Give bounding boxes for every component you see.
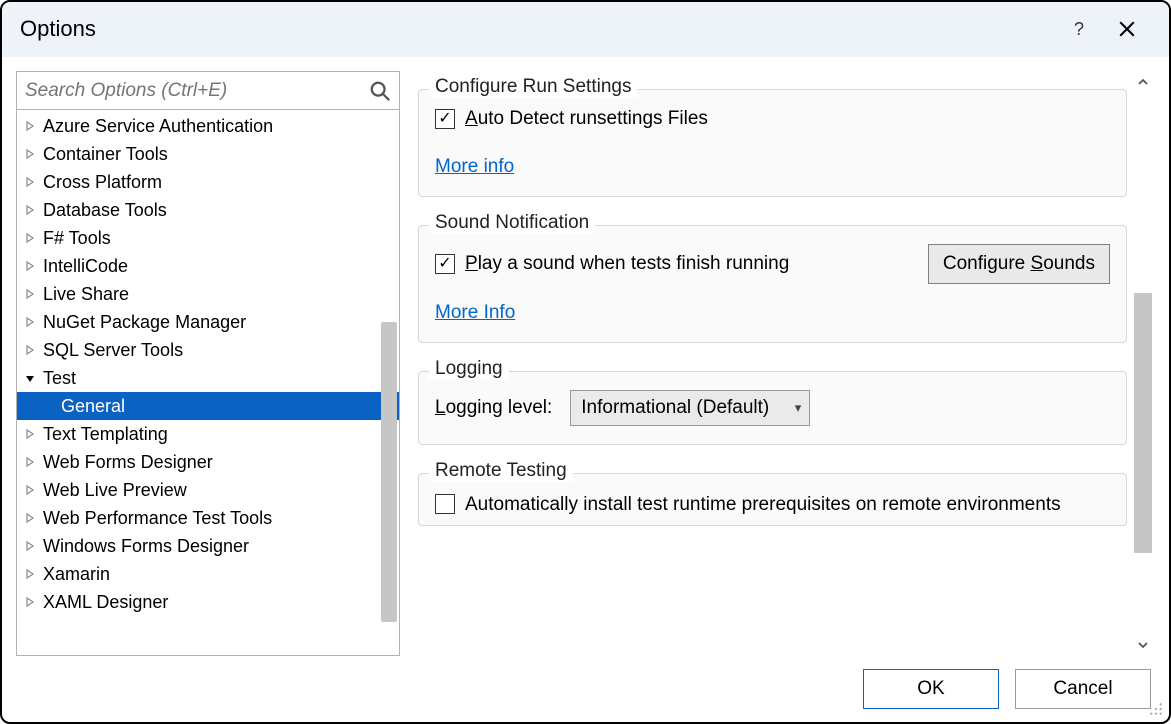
tree-caret-collapsed-icon [23,175,37,189]
tree-item-label: Database Tools [43,200,167,221]
tree-item-label: SQL Server Tools [43,340,183,361]
resize-grip-icon[interactable] [1149,702,1163,716]
remote-legend: Remote Testing [429,460,573,482]
close-icon [1118,20,1136,38]
tree-item-label: Text Templating [43,424,168,445]
tree-item-label: IntelliCode [43,256,128,277]
options-content-panel: Configure Run Settings Auto Detect runse… [418,71,1155,656]
tree-caret-collapsed-icon [23,539,37,553]
options-tree[interactable]: Azure Service Authentication Container To… [17,110,399,655]
scroll-down-button[interactable] [1132,634,1154,656]
options-dialog: Options ? Azure Service Authentication Co… [0,0,1171,724]
tree-caret-collapsed-icon [23,315,37,329]
tree-caret-collapsed-icon [23,203,37,217]
ok-button[interactable]: OK [863,669,999,709]
tree-item-label: F# Tools [43,228,111,249]
tree-item[interactable]: Container Tools [17,140,399,168]
window-title: Options [20,16,96,42]
tree-item-label: Test [43,368,76,389]
close-button[interactable] [1103,9,1151,49]
tree-caret-collapsed-icon [23,455,37,469]
run-settings-more-info-link[interactable]: More info [435,156,514,178]
help-button[interactable]: ? [1055,9,1103,49]
tree-item[interactable]: Database Tools [17,196,399,224]
tree-item-label: Web Performance Test Tools [43,508,272,529]
tree-caret-collapsed-icon [23,231,37,245]
logging-level-value: Informational (Default) [581,397,769,418]
configure-sounds-button[interactable]: Configure Sounds [928,244,1110,284]
tree-item-label: Xamarin [43,564,110,585]
sound-legend: Sound Notification [429,212,595,234]
tree-item[interactable]: Web Live Preview [17,476,399,504]
tree-item-label: Cross Platform [43,172,162,193]
auto-detect-label: Auto Detect runsettings Files [465,108,708,130]
auto-detect-checkbox[interactable] [435,109,455,129]
tree-item-label: Web Forms Designer [43,452,213,473]
tree-item[interactable]: IntelliCode [17,252,399,280]
tree-item[interactable]: Azure Service Authentication [17,112,399,140]
tree-caret-collapsed-icon [23,119,37,133]
section-sound: Sound Notification Play a sound when tes… [418,225,1127,343]
logging-legend: Logging [429,358,509,380]
scroll-up-button[interactable] [1132,71,1154,93]
tree-item-label: XAML Designer [43,592,168,613]
tree-item[interactable]: NuGet Package Manager [17,308,399,336]
play-sound-label: Play a sound when tests finish running [465,253,789,275]
run-settings-legend: Configure Run Settings [429,76,637,98]
tree-item-label: Live Share [43,284,129,305]
tree-caret-collapsed-icon [23,343,37,357]
tree-caret-collapsed-icon [23,259,37,273]
section-run-settings: Configure Run Settings Auto Detect runse… [418,89,1127,197]
search-input[interactable] [23,76,369,106]
search-icon [369,80,391,102]
logging-level-select[interactable]: Informational (Default) ▾ [570,390,810,426]
remote-auto-install-label: Automatically install test runtime prere… [465,492,1061,519]
cancel-button[interactable]: Cancel [1015,669,1151,709]
tree-item[interactable]: Web Forms Designer [17,448,399,476]
tree-item[interactable]: Test [17,364,399,392]
remote-auto-install-checkbox[interactable] [435,494,455,514]
tree-item[interactable]: Live Share [17,280,399,308]
options-tree-panel: Azure Service Authentication Container To… [16,71,400,656]
section-remote: Remote Testing Automatically install tes… [418,473,1127,526]
play-sound-row: Play a sound when tests finish running [435,253,928,275]
tree-caret-collapsed-icon [23,567,37,581]
scrollbar-thumb[interactable] [1134,293,1152,553]
chevron-up-icon [1137,76,1149,88]
tree-item[interactable]: Web Performance Test Tools [17,504,399,532]
search-row [17,72,399,110]
tree-item[interactable]: F# Tools [17,224,399,252]
tree-scrollbar[interactable] [381,322,397,622]
tree-item[interactable]: Text Templating [17,420,399,448]
tree-item[interactable]: Xamarin [17,560,399,588]
play-sound-checkbox[interactable] [435,254,455,274]
tree-item-child[interactable]: General [17,392,399,420]
auto-detect-row: Auto Detect runsettings Files [435,108,1110,130]
tree-caret-collapsed-icon [23,427,37,441]
content-scrollbar[interactable] [1131,71,1155,656]
dialog-footer: OK Cancel [2,656,1169,722]
logging-level-label: Logging level: [435,397,552,419]
tree-item[interactable]: Cross Platform [17,168,399,196]
section-logging: Logging Logging level: Informational (De… [418,371,1127,445]
tree-item[interactable]: XAML Designer [17,588,399,616]
tree-caret-collapsed-icon [23,511,37,525]
tree-item-label: Azure Service Authentication [43,116,273,137]
tree-caret-collapsed-icon [23,147,37,161]
tree-caret-collapsed-icon [23,595,37,609]
chevron-down-icon: ▾ [795,400,802,416]
titlebar: Options ? [2,2,1169,57]
tree-caret-expanded-icon [23,371,37,385]
tree-item-label: Windows Forms Designer [43,536,249,557]
tree-item-label: Container Tools [43,144,168,165]
tree-item-label: NuGet Package Manager [43,312,246,333]
tree-item[interactable]: SQL Server Tools [17,336,399,364]
tree-item-label: Web Live Preview [43,480,187,501]
sound-more-info-link[interactable]: More Info [435,302,515,324]
tree-item-label: General [61,396,125,417]
tree-item[interactable]: Windows Forms Designer [17,532,399,560]
tree-caret-collapsed-icon [23,483,37,497]
chevron-down-icon [1137,639,1149,651]
tree-caret-collapsed-icon [23,287,37,301]
